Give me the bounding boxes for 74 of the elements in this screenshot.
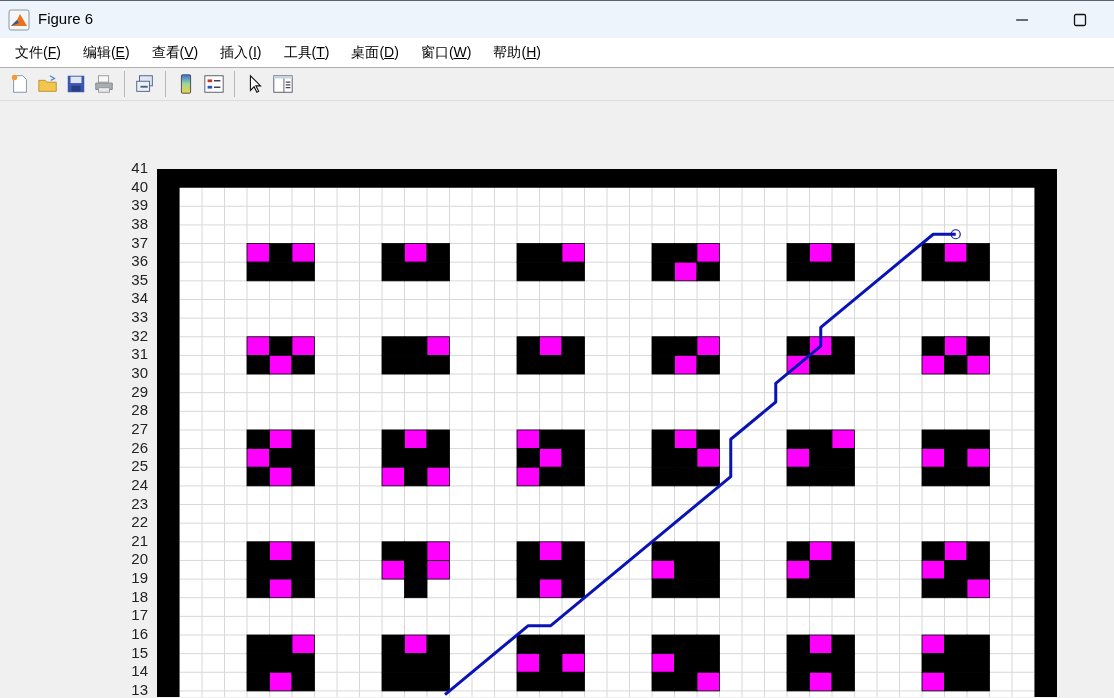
obstacle-block: [786, 429, 855, 487]
menu-item[interactable]: 工具(T): [272, 42, 341, 63]
obstacle-block: [246, 336, 315, 375]
goal-marker: [950, 229, 961, 240]
obstacle-block: [246, 243, 315, 282]
obstacle-block: [516, 541, 585, 599]
obstacle-block: [516, 634, 585, 692]
menu-item[interactable]: 文件(F): [4, 42, 72, 63]
minimize-icon: [1016, 18, 1028, 21]
y-tick-label: 16: [131, 625, 148, 642]
y-tick-label: 34: [131, 289, 148, 307]
obstacle-block: [516, 336, 585, 375]
obstacle-block: [786, 634, 855, 692]
y-tick-label: 24: [131, 475, 148, 493]
y-tick-label: 21: [131, 531, 148, 549]
y-tick-label: 23: [131, 494, 148, 512]
y-tick-label: 37: [131, 233, 148, 251]
obstacle-block: [921, 541, 990, 599]
obstacle-block: [921, 336, 990, 375]
obstacle-block: [786, 541, 855, 599]
obstacle-block: [381, 336, 450, 375]
obstacle-block: [921, 429, 990, 487]
obstacle-block: [246, 634, 315, 692]
y-tick-label: 15: [131, 643, 148, 661]
y-tick-label: 18: [131, 587, 148, 605]
obstacle-block: [921, 243, 990, 282]
y-tick-label: 38: [131, 214, 148, 232]
obstacle-block: [921, 634, 990, 692]
menu-item[interactable]: 插入(I): [209, 42, 273, 63]
legend-icon[interactable]: [202, 72, 226, 96]
y-tick-label: 32: [131, 326, 148, 344]
y-tick-label: 35: [131, 270, 148, 288]
obstacle-block: [516, 429, 585, 487]
menu-item[interactable]: 帮助(H): [482, 42, 552, 63]
obstacle-block: [651, 541, 720, 599]
maximize-icon: [1073, 12, 1087, 27]
obstacle-block: [381, 541, 450, 599]
y-tick-label: 31: [131, 345, 148, 363]
obstacle-block: [651, 336, 720, 375]
y-tick-label: 13: [131, 680, 148, 697]
y-tick-label: 27: [131, 419, 148, 437]
menu-item[interactable]: 查看(V): [140, 42, 210, 63]
obstacle-block: [786, 243, 855, 282]
obstacle-block: [516, 243, 585, 282]
obstacle-block: [246, 429, 315, 487]
menu-item[interactable]: 编辑(E): [71, 42, 141, 63]
obstacle-block: [381, 634, 450, 692]
obstacle-block: [651, 634, 720, 692]
obstacle-block: [651, 429, 720, 487]
y-tick-label: 14: [131, 662, 148, 680]
y-tick-label: 41: [131, 159, 148, 176]
obstacle-block: [381, 243, 450, 282]
property-panel-icon[interactable]: [271, 72, 295, 96]
y-tick-label: 33: [131, 308, 148, 326]
y-tick-label: 30: [131, 364, 148, 382]
window-title: Figure 6: [38, 9, 94, 30]
y-tick-label: 28: [131, 401, 148, 419]
obstacle-block: [381, 429, 450, 487]
y-tick-label: 17: [131, 606, 148, 624]
menu-item[interactable]: 窗口(W): [409, 42, 483, 63]
obstacle-block: [786, 336, 855, 375]
y-tick-label: 19: [131, 569, 148, 587]
y-tick-label: 20: [131, 550, 148, 568]
y-tick-label: 22: [131, 513, 148, 531]
y-tick-label: 40: [131, 177, 148, 195]
menu-item[interactable]: 桌面(D): [340, 42, 410, 63]
y-tick-label: 36: [131, 252, 148, 270]
obstacle-block: [651, 243, 720, 282]
y-tick-label: 26: [131, 438, 148, 456]
y-tick-label: 25: [131, 457, 148, 475]
y-tick-label: 29: [131, 382, 148, 400]
obstacle-block: [246, 541, 315, 599]
y-tick-label: 39: [131, 196, 148, 214]
app-icon: [8, 8, 30, 31]
